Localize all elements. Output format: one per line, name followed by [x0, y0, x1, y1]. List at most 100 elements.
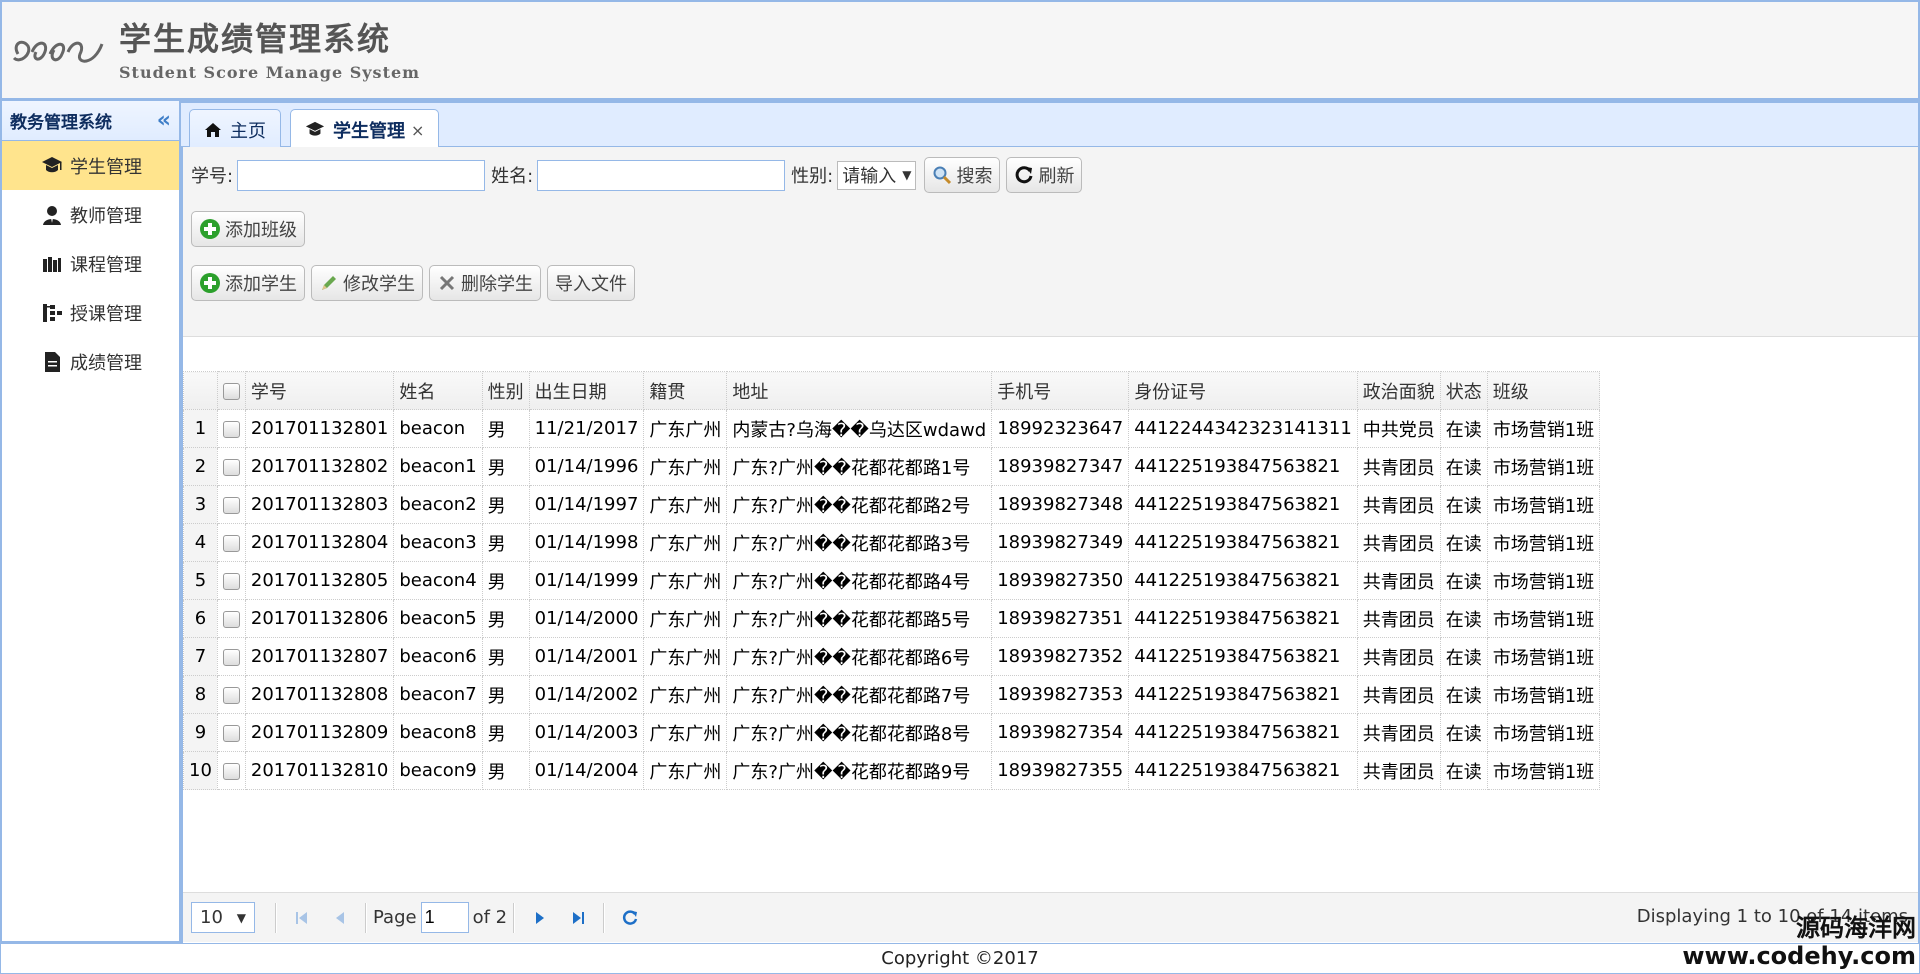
table-cell: 441225193847563821 — [1128, 637, 1358, 676]
table-cell: 广东广州 — [643, 675, 728, 714]
row-number: 10 — [183, 751, 218, 790]
row-checkbox-cell[interactable] — [216, 409, 246, 448]
select-all-checkbox-cell[interactable] — [216, 371, 246, 410]
table-cell: 市场营销1班 — [1486, 409, 1601, 448]
row-checkbox[interactable] — [222, 610, 240, 628]
add-class-button[interactable]: 添加班级 — [191, 211, 305, 247]
table-cell: 01/14/2004 — [528, 751, 645, 790]
import-file-button[interactable]: 导入文件 — [547, 265, 635, 301]
table-cell: 在读 — [1439, 409, 1488, 448]
table-row[interactable]: 5 201701132805 beacon4 男 01/14/1999 广东广州 广东?广州… — [183, 561, 1601, 600]
page-number-input[interactable] — [420, 902, 469, 933]
tab-home[interactable]: 主页 — [189, 109, 281, 149]
table-row[interactable]: 10 201701132810 beacon9 男 01/14/2004 广东广州 广东?广… — [183, 751, 1601, 790]
gender-select[interactable]: 请输入 ▼ — [837, 160, 917, 190]
name-input[interactable] — [537, 159, 786, 191]
refresh-button[interactable]: 刷新 — [1006, 157, 1083, 193]
column-header[interactable]: 学号 — [244, 371, 395, 410]
row-checkbox-cell[interactable] — [216, 675, 246, 714]
name-label: 姓名: — [491, 166, 534, 187]
tabs-bar: 主页 学生管理 × — [181, 101, 1918, 150]
table-header-row: 学号 姓名 性别 出生日期 籍贯 地址 手机号 身份证号 政治面貌 状态 班级 — [183, 371, 1601, 410]
row-checkbox[interactable] — [222, 534, 240, 552]
table-row[interactable]: 1 201701132801 beacon 男 11/21/2017 广东广州 内蒙古?乌海… — [183, 409, 1601, 448]
row-checkbox-cell[interactable] — [216, 599, 246, 638]
table-cell: 441224434232314131​1 — [1128, 409, 1358, 448]
column-header[interactable]: 身份证号 — [1128, 371, 1358, 410]
row-checkbox-cell[interactable] — [216, 751, 246, 790]
search-button[interactable]: 搜索 — [924, 157, 1001, 193]
column-header[interactable]: 姓名 — [393, 371, 483, 410]
column-header[interactable]: 政治面貌 — [1356, 371, 1441, 410]
table-cell: 441225193847563821 — [1128, 751, 1358, 790]
reload-icon[interactable] — [616, 904, 644, 932]
column-header[interactable]: 地址 — [726, 371, 993, 410]
close-icon[interactable]: × — [411, 121, 424, 140]
select-all-checkbox[interactable] — [222, 382, 240, 400]
row-checkbox[interactable] — [222, 420, 240, 438]
column-header[interactable]: 性别 — [481, 371, 530, 410]
row-checkbox[interactable] — [222, 458, 240, 476]
search-icon — [932, 165, 952, 185]
row-checkbox[interactable] — [222, 572, 240, 590]
sidebar-item-scores[interactable]: 成绩管理 — [2, 337, 179, 386]
table-cell: 201701132807 — [244, 637, 395, 676]
table-row[interactable]: 6 201701132806 beacon5 男 01/14/2000 广东广州 广东?广州… — [183, 599, 1601, 638]
tab-student-management[interactable]: 学生管理 × — [290, 109, 440, 150]
sidebar-item-students[interactable]: 学生管理 — [2, 141, 179, 190]
watermark: 源码海洋网 www.codehy.com — [1682, 914, 1916, 970]
next-page-icon[interactable] — [526, 904, 554, 932]
table-row[interactable]: 7 201701132807 beacon6 男 01/14/2001 广东广州 广东?广州… — [183, 637, 1601, 676]
row-checkbox[interactable] — [222, 762, 240, 780]
delete-student-button[interactable]: 删除学生 — [429, 265, 541, 301]
row-checkbox-cell[interactable] — [216, 637, 246, 676]
table-row[interactable]: 3 201701132803 beacon2 男 01/14/1997 广东广州 广东?广州… — [183, 485, 1601, 524]
sidebar-header: 教务管理系统 « — [2, 101, 179, 141]
column-header[interactable]: 手机号 — [991, 371, 1130, 410]
footer: Copyright ©2017 — [0, 943, 1920, 974]
add-student-button[interactable]: 添加学生 — [191, 265, 305, 301]
page-size-select[interactable]: 10 ▼ — [191, 902, 255, 933]
row-checkbox[interactable] — [222, 496, 240, 514]
row-checkbox-cell[interactable] — [216, 485, 246, 524]
row-checkbox[interactable] — [222, 686, 240, 704]
last-page-icon[interactable] — [564, 904, 592, 932]
column-header[interactable]: 出生日期 — [528, 371, 645, 410]
table-cell: 18939827353 — [991, 675, 1130, 714]
table-row[interactable]: 4 201701132804 beacon3 男 01/14/1998 广东广州 广东?广州… — [183, 523, 1601, 562]
student-id-input[interactable] — [237, 159, 486, 191]
refresh-icon — [1014, 165, 1034, 185]
column-header[interactable]: 状态 — [1439, 371, 1488, 410]
table-row[interactable]: 2 201701132802 beacon1 男 01/14/1996 广东广州 广东?广州… — [183, 447, 1601, 486]
row-checkbox-cell[interactable] — [216, 447, 246, 486]
row-checkbox[interactable] — [222, 648, 240, 666]
table-cell: 01/14/1996 — [528, 447, 645, 486]
table-cell: 共青团员 — [1356, 637, 1441, 676]
class-actions: 添加班级 — [191, 211, 311, 247]
table-cell: 广东广州 — [643, 561, 728, 600]
first-page-icon[interactable] — [288, 904, 316, 932]
sidebar-item-teaching[interactable]: 授课管理 — [2, 288, 179, 337]
row-checkbox[interactable] — [222, 724, 240, 742]
row-checkbox-cell[interactable] — [216, 523, 246, 562]
table-cell: 01/14/2000 — [528, 599, 645, 638]
sidebar-item-courses[interactable]: 课程管理 — [2, 239, 179, 288]
row-checkbox-cell[interactable] — [216, 713, 246, 752]
table-row[interactable]: 8 201701132808 beacon7 男 01/14/2002 广东广州 广东?广州… — [183, 675, 1601, 714]
table-cell: beacon4 — [393, 561, 483, 600]
column-header[interactable]: 班级 — [1486, 371, 1601, 410]
sidebar-item-teachers[interactable]: 教师管理 — [2, 190, 179, 239]
table-cell: 广东?广州��花都花都路2号 — [726, 485, 993, 524]
table-cell: beacon6 — [393, 637, 483, 676]
column-header[interactable]: 籍贯 — [643, 371, 728, 410]
row-checkbox-cell[interactable] — [216, 561, 246, 600]
graduation-cap-icon — [40, 154, 64, 178]
table-row[interactable]: 9 201701132809 beacon8 男 01/14/2003 广东广州 广东?广州… — [183, 713, 1601, 752]
prev-page-icon[interactable] — [326, 904, 354, 932]
edit-student-button[interactable]: 修改学生 — [311, 265, 423, 301]
table-cell: 广东?广州��花都花都路9号 — [726, 751, 993, 790]
table-cell: 在读 — [1439, 599, 1488, 638]
edit-student-label: 修改学生 — [343, 274, 415, 295]
table-cell: 441225193847563821 — [1128, 599, 1358, 638]
collapse-left-icon[interactable]: « — [157, 108, 171, 133]
